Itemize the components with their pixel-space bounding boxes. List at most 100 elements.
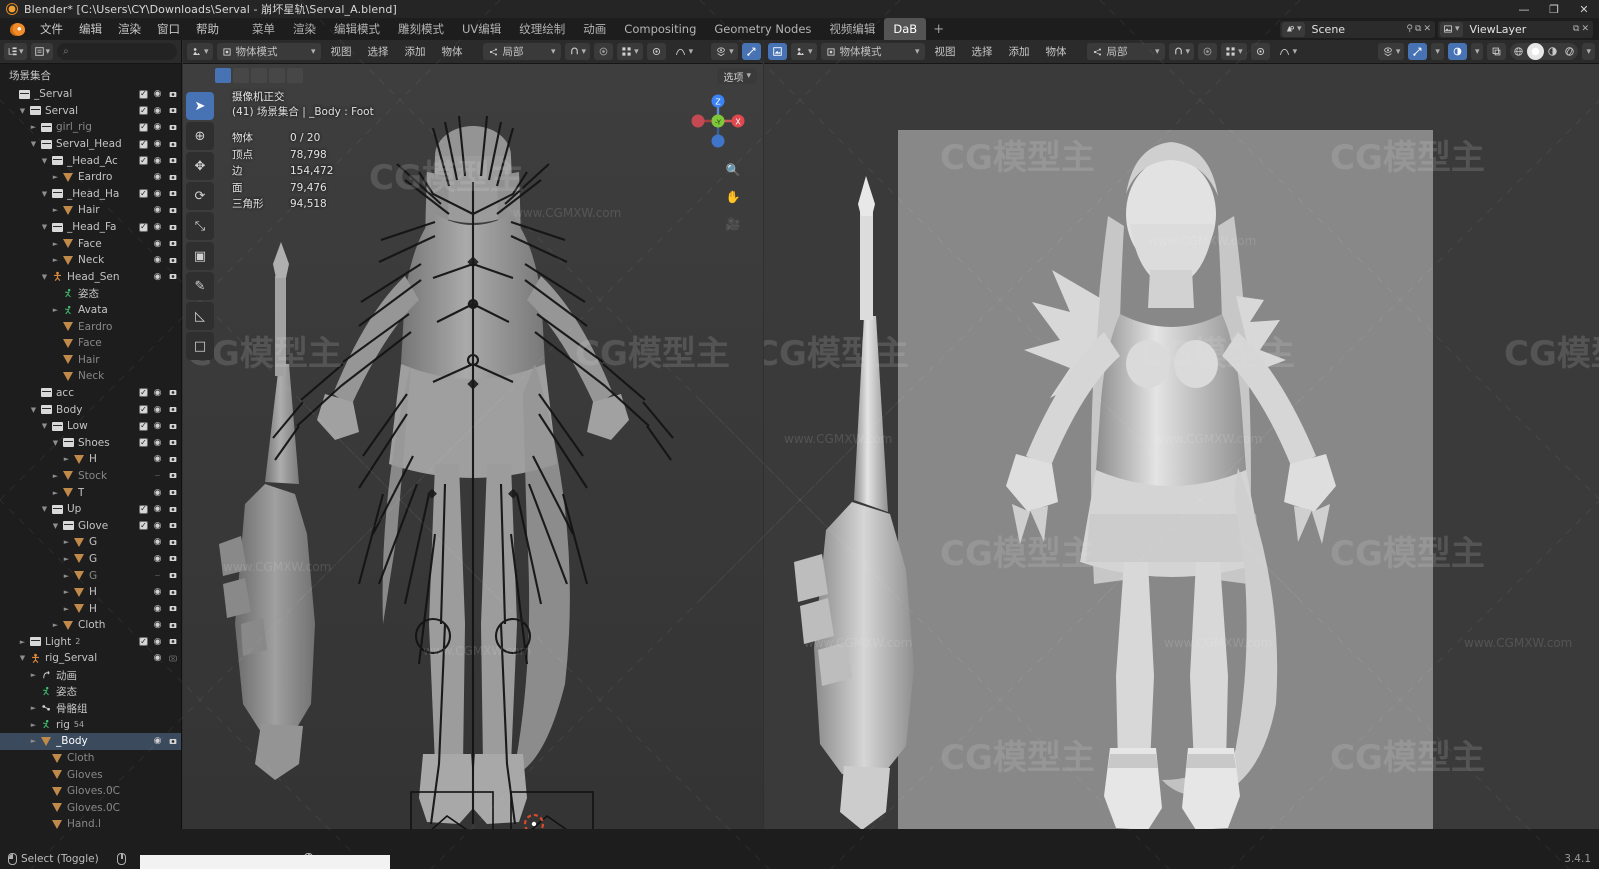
menu-help[interactable]: 帮助 — [188, 18, 227, 40]
exclude-checkbox[interactable] — [139, 504, 148, 514]
pan-hand-icon[interactable]: ✋ — [723, 187, 743, 207]
select-box-icon[interactable] — [215, 68, 231, 83]
visibility-eye-icon[interactable]: ◉ — [152, 272, 163, 282]
viewport-shading-group[interactable] — [1510, 43, 1579, 60]
outliner-row[interactable]: ► _Body ◉ — [0, 733, 181, 750]
tweak-tool-icon[interactable]: ➤ — [186, 92, 214, 120]
outliner-row[interactable]: ► G ⌣ — [0, 567, 181, 584]
render-camera-icon[interactable] — [167, 438, 178, 448]
viewport-options-button[interactable]: 选项 ▾ — [717, 68, 757, 84]
outliner-tree[interactable]: _Serval◉▼Serval◉►girl_rig◉▼Serval_Head◉▼… — [0, 86, 181, 829]
outliner-row[interactable]: ▼ Glove ◉ — [0, 517, 181, 534]
menu-view[interactable]: 视图 — [929, 42, 962, 61]
visibility-eye-icon[interactable]: ◉ — [152, 388, 163, 398]
camera-view-icon[interactable]: 🎥 — [723, 214, 743, 234]
render-camera-icon[interactable] — [167, 604, 178, 614]
render-camera-icon[interactable] — [167, 521, 178, 531]
editor-type-icon[interactable] — [768, 43, 787, 60]
render-camera-icon[interactable] — [167, 388, 178, 398]
outliner-row[interactable]: ► G ◉ — [0, 534, 181, 551]
visibility-eye-icon[interactable]: ◉ — [152, 139, 163, 149]
disclosure-triangle-down-icon[interactable]: ▼ — [17, 107, 28, 115]
cursor-tool-icon[interactable]: ⊕ — [186, 122, 214, 150]
exclude-checkbox[interactable] — [139, 139, 148, 149]
outliner-row[interactable]: ▼ Serval_Head ◉ — [0, 136, 181, 153]
outliner-row[interactable]: Face — [0, 335, 181, 352]
gizmo-icon[interactable]: ▾ — [1221, 43, 1247, 60]
render-camera-icon[interactable] — [167, 571, 178, 581]
outliner-row[interactable]: ▼ _Head_Ac ◉ — [0, 152, 181, 169]
exclude-checkbox[interactable] — [139, 388, 148, 398]
annotate-tool-icon[interactable]: ✎ — [186, 272, 214, 300]
menu-object[interactable]: 物体 — [1040, 42, 1073, 61]
disclosure-triangle-right-icon[interactable]: ► — [50, 621, 61, 629]
workspace-tab-9[interactable]: 视频编辑 — [820, 17, 884, 41]
menu-file[interactable]: 文件 — [32, 18, 71, 40]
outliner-row[interactable]: ► T ◉ — [0, 484, 181, 501]
search-input[interactable]: ⌕ — [57, 43, 177, 60]
show-gizmo-toggle[interactable] — [741, 43, 761, 60]
visibility-eye-icon[interactable]: ⌣ — [152, 471, 163, 481]
disclosure-triangle-right-icon[interactable]: ► — [28, 123, 39, 131]
outliner-row[interactable]: ► rig 54 — [0, 717, 181, 734]
outliner-row[interactable]: Cloth — [0, 750, 181, 767]
disclosure-triangle-down-icon[interactable]: ▼ — [39, 190, 50, 198]
exclude-checkbox[interactable] — [139, 106, 148, 116]
render-camera-icon[interactable] — [167, 471, 178, 481]
render-camera-icon[interactable] — [167, 156, 178, 166]
render-camera-icon[interactable] — [167, 239, 178, 249]
workspace-tab-8[interactable]: Geometry Nodes — [705, 18, 820, 40]
new-scene-icon[interactable]: ⧉ — [1415, 24, 1421, 34]
minimize-button[interactable]: — — [1509, 0, 1539, 18]
shading-dropdown[interactable]: ▾ — [1582, 43, 1595, 60]
outliner-row[interactable]: ► Neck ◉ — [0, 252, 181, 269]
outliner-row[interactable]: ► Eardro ◉ — [0, 169, 181, 186]
workspace-tab-4[interactable]: UV编辑 — [453, 17, 510, 41]
gizmo-icon[interactable]: ▾ — [617, 43, 643, 60]
menu-edit[interactable]: 编辑 — [71, 18, 110, 40]
select-tweak-icon[interactable] — [269, 68, 285, 83]
outliner-row[interactable]: Hand.l — [0, 816, 181, 829]
outliner-row[interactable]: ► Light2 ◉ — [0, 634, 181, 651]
rotate-tool-icon[interactable]: ⟳ — [186, 182, 214, 210]
menu-window[interactable]: 窗口 — [149, 18, 188, 40]
shading-solid-icon[interactable] — [1527, 43, 1545, 60]
render-camera-icon[interactable] — [167, 172, 178, 182]
editor-type-icon[interactable]: ▾ — [187, 43, 213, 60]
visibility-eye-icon[interactable]: ◉ — [152, 89, 163, 99]
delete-viewlayer-icon[interactable]: ✕ — [1581, 24, 1589, 34]
outliner-row[interactable]: ▼ Head_Sen ◉ — [0, 269, 181, 286]
exclude-checkbox[interactable] — [139, 405, 148, 415]
viewport-left-canvas[interactable]: ➤ ⊕ ✥ ⟳ ⤡ ▣ ✎ ◺ □ 选项 ▾ 摄像机正交 (41) 场景集合 | _Body :… — [183, 64, 763, 829]
delete-scene-icon[interactable]: ✕ — [1423, 24, 1431, 34]
outliner-row[interactable]: Neck — [0, 368, 181, 385]
visibility-eye-icon[interactable]: ◉ — [152, 255, 163, 265]
visibility-eye-icon[interactable]: ◉ — [152, 554, 163, 564]
render-camera-icon[interactable] — [167, 587, 178, 597]
render-camera-icon[interactable] — [167, 421, 178, 431]
visibility-eye-icon[interactable]: ◉ — [152, 122, 163, 132]
render-camera-icon[interactable] — [167, 554, 178, 564]
snap-magnet-icon[interactable]: ▾ — [1168, 43, 1195, 60]
outliner-row[interactable]: ► Cloth ◉ — [0, 617, 181, 634]
disclosure-triangle-right-icon[interactable]: ► — [50, 489, 61, 497]
visibility-eye-icon[interactable]: ◉ — [152, 653, 163, 663]
outliner-row[interactable]: ▼ _Head_Fa ◉ — [0, 219, 181, 236]
render-camera-icon[interactable] — [167, 189, 178, 199]
viewport-filter-icon[interactable]: ▾ — [711, 43, 738, 60]
outliner-row[interactable]: ► Avata — [0, 302, 181, 319]
disclosure-triangle-right-icon[interactable]: ► — [28, 671, 39, 679]
visibility-eye-icon[interactable]: ◉ — [152, 454, 163, 464]
disclosure-triangle-right-icon[interactable]: ► — [17, 638, 28, 646]
render-camera-icon[interactable] — [167, 537, 178, 547]
disclosure-triangle-down-icon[interactable]: ▼ — [17, 654, 28, 662]
exclude-checkbox[interactable] — [139, 156, 148, 166]
outliner-row[interactable]: _Serval ◉ — [0, 86, 181, 103]
disclosure-triangle-down-icon[interactable]: ▼ — [50, 522, 61, 530]
outliner-row[interactable]: ▼ _Head_Ha ◉ — [0, 186, 181, 203]
disclosure-triangle-down-icon[interactable]: ▼ — [28, 406, 39, 414]
xray-toggle[interactable] — [1487, 43, 1507, 60]
disclosure-triangle-right-icon[interactable]: ► — [50, 173, 61, 181]
outliner-row[interactable]: Gloves.0C — [0, 800, 181, 817]
overlays-icon[interactable] — [646, 43, 666, 60]
